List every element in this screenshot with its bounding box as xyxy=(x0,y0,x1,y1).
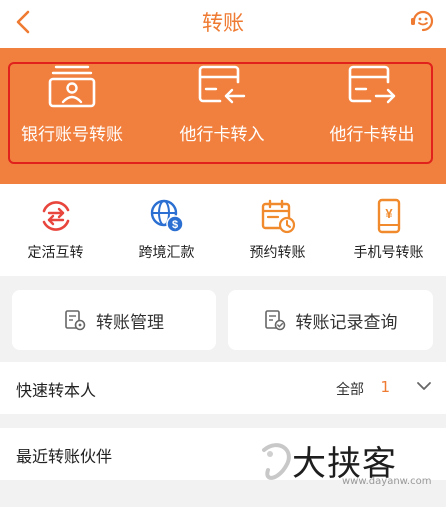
bank-account-transfer-label: 银行账号转账 xyxy=(21,125,123,145)
document-settings-icon xyxy=(65,310,86,331)
quick-actions-panel: 定活互转 $ 跨境汇款 预约转账 ¥ 手机号转账 xyxy=(0,184,446,276)
other-bank-card-out-label: 他行卡转出 xyxy=(329,125,415,145)
scheduled-transfer-button[interactable]: 预约转账 xyxy=(222,198,333,262)
mobile-number-transfer-label: 手机号转账 xyxy=(353,245,424,261)
scheduled-transfer-label: 预约转账 xyxy=(249,245,306,261)
calendar-clock-icon xyxy=(261,199,295,234)
account-card-icon xyxy=(48,65,96,108)
mobile-yuan-icon: ¥ xyxy=(377,198,400,234)
filter-all-label[interactable]: 全部 xyxy=(336,379,364,399)
transfer-banner: 银行账号转账 他行卡转入 他行卡转出 xyxy=(0,48,446,184)
cross-border-remittance-button[interactable]: $ 跨境汇款 xyxy=(111,198,222,262)
customer-service-icon[interactable] xyxy=(408,6,438,36)
demand-fixed-transfer-button[interactable]: 定活互转 xyxy=(0,198,111,262)
watermark: 大挟客 www.dayanw.com xyxy=(258,436,444,496)
transfer-record-query-button[interactable]: 转账记录查询 xyxy=(228,290,433,350)
demand-fixed-transfer-label: 定活互转 xyxy=(27,245,84,261)
other-bank-card-in-label: 他行卡转入 xyxy=(179,125,265,145)
card-transfer-in-icon xyxy=(198,65,246,104)
card-transfer-out-icon xyxy=(348,65,396,104)
bank-account-transfer-button[interactable]: 银行账号转账 xyxy=(2,64,142,145)
globe-dollar-icon: $ xyxy=(150,199,184,233)
document-check-icon xyxy=(264,310,285,331)
chevron-down-icon[interactable] xyxy=(416,380,432,392)
page-title: 转账 xyxy=(202,11,244,35)
quick-transfer-self-row[interactable]: 快速转本人 全部 1 xyxy=(0,362,446,414)
top-nav-bar: 转账 xyxy=(0,0,446,48)
mobile-number-transfer-button[interactable]: ¥ 手机号转账 xyxy=(333,198,444,262)
cross-border-remittance-label: 跨境汇款 xyxy=(138,245,195,261)
transfer-management-label: 转账管理 xyxy=(96,312,164,333)
other-bank-card-out-button[interactable]: 他行卡转出 xyxy=(302,64,442,145)
other-bank-card-in-button[interactable]: 他行卡转入 xyxy=(152,64,292,145)
transfer-management-button[interactable]: 转账管理 xyxy=(12,290,216,350)
quick-transfer-self-label: 快速转本人 xyxy=(16,381,97,400)
svg-text:¥: ¥ xyxy=(385,206,393,221)
watermark-url: www.dayanw.com xyxy=(342,476,432,487)
svg-text:$: $ xyxy=(171,219,177,231)
exchange-icon xyxy=(42,201,69,231)
transfer-record-query-label: 转账记录查询 xyxy=(295,312,398,333)
payee-count: 1 xyxy=(380,378,390,396)
recent-partners-label: 最近转账伙伴 xyxy=(16,447,113,466)
